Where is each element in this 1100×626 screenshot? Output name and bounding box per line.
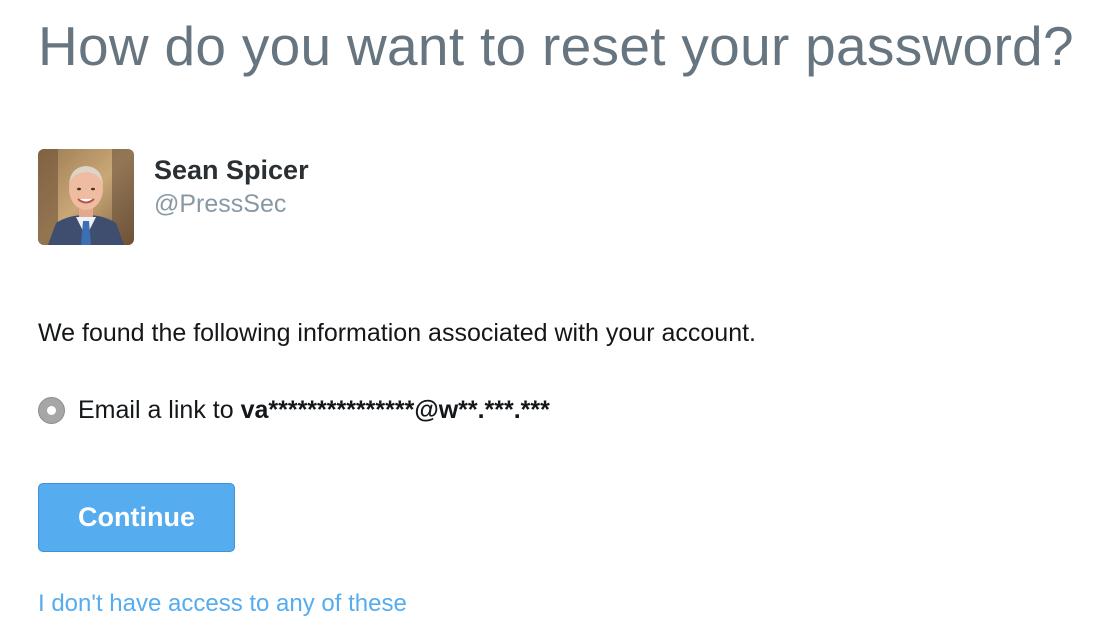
info-text: We found the following information assoc…: [38, 319, 756, 347]
email-option-prefix: Email a link to: [78, 396, 234, 424]
continue-button[interactable]: Continue: [38, 483, 235, 552]
account-name: Sean Spicer: [154, 155, 309, 185]
reset-password-page: How do you want to reset your password?: [38, 0, 1098, 626]
email-reset-option[interactable]: Email a link to va***************@w**.**…: [38, 392, 550, 428]
avatar-photo-icon: [38, 149, 134, 245]
page-title: How do you want to reset your password?: [38, 15, 1074, 77]
account-handle: @PressSec: [154, 190, 287, 218]
radio-selected-icon[interactable]: [38, 396, 65, 424]
avatar: [38, 149, 134, 245]
email-option-label: Email a link to va***************@w**.**…: [78, 393, 550, 427]
no-access-link[interactable]: I don't have access to any of these: [38, 588, 407, 620]
masked-email: va***************@w**.***.***: [240, 396, 550, 424]
